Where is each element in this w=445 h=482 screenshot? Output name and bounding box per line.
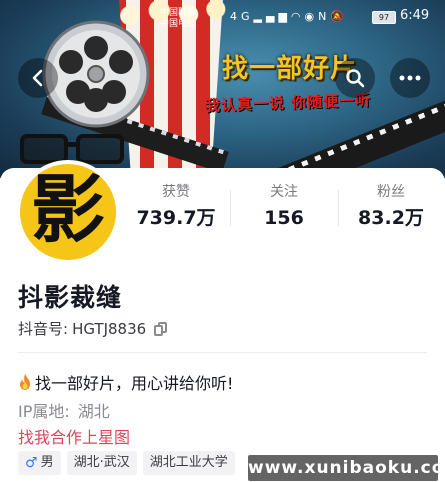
wifi-icon: ◠ [290, 10, 305, 23]
fire-icon [20, 374, 30, 390]
stat-value: 83.2万 [358, 207, 424, 229]
tag-label: 湖北工业大学 [149, 455, 228, 470]
nfc-icon: N [318, 10, 331, 23]
male-icon: ♂ [25, 455, 38, 471]
status-icons: 4G▂▄▆◠◉N🔕 [230, 10, 348, 23]
ip-label: IP属地: [18, 402, 70, 421]
clock: 6:49 [400, 8, 430, 23]
stat-divider [338, 190, 339, 226]
tag-gender[interactable]: ♂ 男 [18, 451, 61, 475]
stat-followers[interactable]: 粉丝 83.2万 [337, 183, 445, 231]
back-arrow-icon [32, 69, 43, 87]
network-type: 4G [230, 10, 254, 23]
tag-label: 湖北·武汉 [73, 455, 130, 470]
collaboration-link[interactable]: 找我合作上星图 [18, 424, 130, 448]
profile-name: 抖影裁缝 [18, 283, 123, 312]
id-label: 抖音号: [18, 320, 69, 338]
mute-icon: 🔕 [330, 10, 349, 23]
stat-label: 粉丝 [377, 184, 405, 200]
back-button[interactable] [18, 58, 58, 98]
divider [18, 352, 427, 353]
profile-tags: ♂ 男 湖北·武汉 湖北工业大学 [18, 451, 235, 475]
ip-location: IP属地: 湖北 [18, 398, 110, 422]
stat-value: 739.7万 [136, 207, 216, 229]
film-reel-icon [42, 20, 150, 128]
signal-icon: ▂▄▆ [253, 10, 291, 23]
tag-school[interactable]: 湖北工业大学 [142, 451, 235, 475]
avatar[interactable]: 影 [16, 160, 120, 264]
profile-banner: 找一部好片 我认真一说 你随便一听 中国联通 中国电信 4G▂▄▆◠◉N🔕 97… [0, 0, 445, 178]
profile-stats: 获赞 739.7万 关注 156 粉丝 83.2万 [122, 183, 445, 231]
id-value: HGTJ8836 [72, 319, 147, 338]
stat-following[interactable]: 关注 156 [230, 183, 338, 231]
carrier-label: 中国联通 中国电信 [160, 8, 197, 29]
status-bar: 中国联通 中国电信 4G▂▄▆◠◉N🔕 97 6:49 [0, 8, 445, 29]
search-button[interactable] [335, 58, 375, 98]
tag-label: 男 [40, 455, 54, 470]
bio-text: 找一部好片，用心讲给你听! [35, 374, 234, 393]
copy-icon[interactable] [154, 321, 168, 336]
more-button[interactable] [390, 58, 430, 98]
stat-likes[interactable]: 获赞 739.7万 [122, 183, 230, 231]
douyin-id: 抖音号: HGTJ8836 [18, 318, 168, 339]
battery-icon: 97 [372, 11, 396, 24]
ip-value: 湖北 [77, 402, 110, 421]
profile-bio: 找一部好片，用心讲给你听! [18, 370, 233, 394]
stat-label: 关注 [270, 184, 298, 200]
stat-divider [230, 190, 231, 226]
stat-value: 156 [264, 207, 304, 229]
avatar-logo-text: 影 [31, 167, 105, 253]
tag-location[interactable]: 湖北·武汉 [66, 451, 137, 475]
eye-icon: ◉ [304, 10, 319, 23]
more-dots-icon [399, 75, 421, 81]
stat-label: 获赞 [162, 184, 190, 200]
watermark: www.xunibaoku.com [248, 455, 445, 481]
search-icon [346, 69, 365, 88]
